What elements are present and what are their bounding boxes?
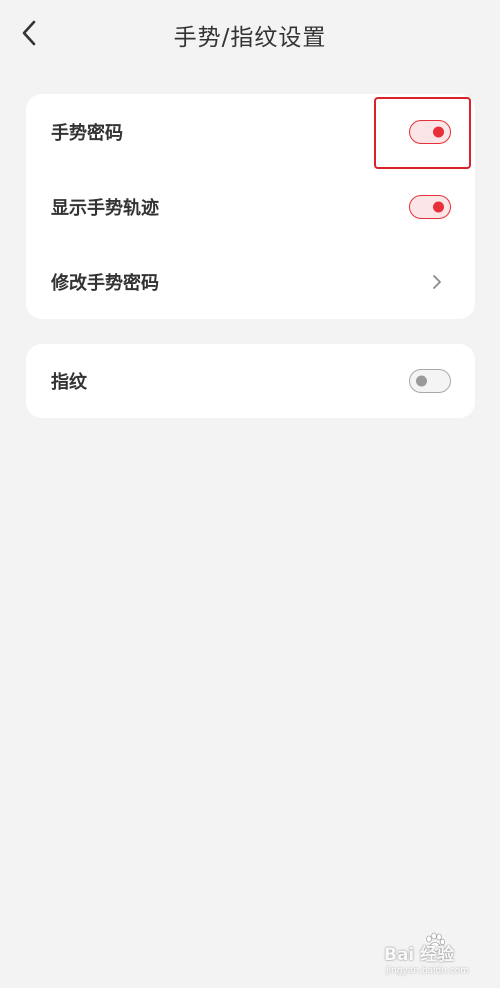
gesture-password-toggle[interactable] xyxy=(409,119,451,144)
fingerprint-toggle[interactable] xyxy=(409,369,451,393)
page-title: 手势/指纹设置 xyxy=(173,25,327,51)
watermark: Bai 经验 jingyan.baidu.com xyxy=(384,932,494,982)
chevron-left-icon xyxy=(22,20,36,46)
header-bar: 手势/指纹设置 xyxy=(0,0,500,70)
toggle-knob xyxy=(433,126,444,137)
setting-label: 显示手势轨迹 xyxy=(51,197,159,219)
setting-row-show-gesture-trail[interactable]: 显示手势轨迹 xyxy=(26,169,475,244)
watermark-url: jingyan.baidu.com xyxy=(386,966,470,976)
back-button[interactable] xyxy=(14,17,44,49)
settings-card-gesture: 手势密码 显示手势轨迹 修改手势密码 xyxy=(26,94,475,319)
toggle-knob xyxy=(416,375,427,387)
setting-row-change-gesture-password[interactable]: 修改手势密码 xyxy=(26,244,475,319)
show-gesture-trail-toggle[interactable] xyxy=(409,194,451,219)
setting-label: 修改手势密码 xyxy=(51,272,159,294)
setting-label: 手势密码 xyxy=(51,122,123,144)
setting-label: 指纹 xyxy=(51,372,87,393)
watermark-text: Bai 经验 xyxy=(384,945,455,965)
settings-card-fingerprint: 指纹 xyxy=(26,344,475,418)
setting-row-gesture-password[interactable]: 手势密码 xyxy=(26,94,475,169)
setting-row-fingerprint[interactable]: 指纹 xyxy=(26,344,475,418)
chevron-right-icon xyxy=(433,274,441,289)
toggle-knob xyxy=(433,201,444,212)
paw-icon xyxy=(426,932,446,952)
